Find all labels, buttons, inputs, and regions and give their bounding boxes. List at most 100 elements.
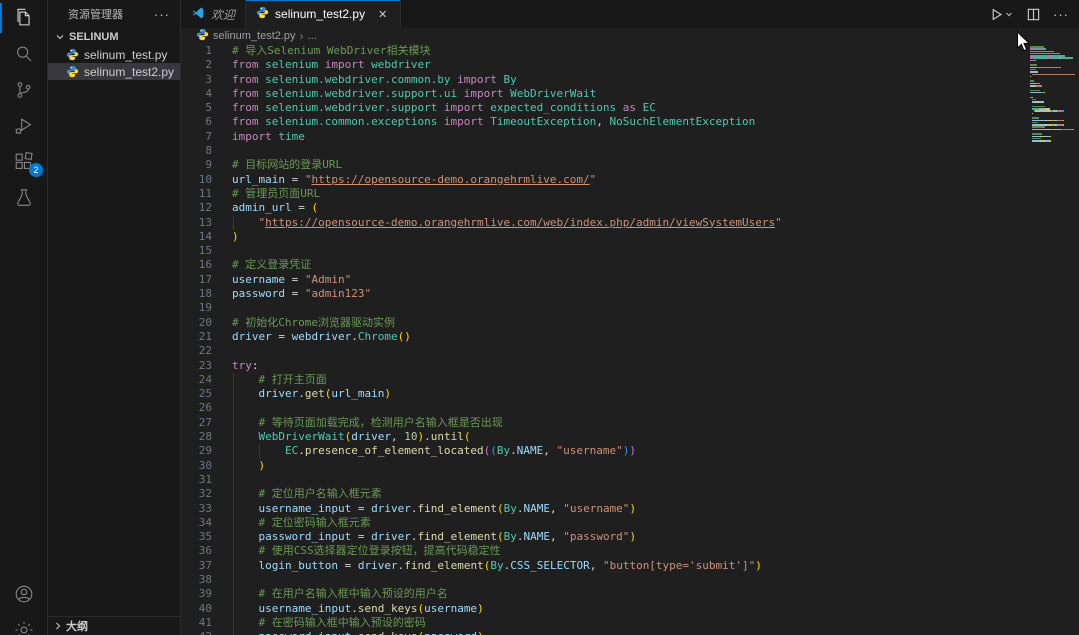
code-line-26[interactable]: 26 [181, 401, 1029, 416]
line-number[interactable]: 14 [181, 230, 212, 244]
line-number[interactable]: 9 [181, 158, 212, 172]
code-line-38[interactable]: 38 [181, 572, 1029, 588]
activity-item-explorer[interactable] [0, 0, 48, 36]
code-line-37[interactable]: 37 login_button = driver.find_element(By… [181, 558, 1029, 573]
code-line-22[interactable]: 22 [181, 344, 1029, 358]
line-number[interactable]: 2 [181, 58, 212, 72]
folder-section-selinum[interactable]: SELINUM [48, 28, 180, 46]
code-line-36[interactable]: 36 # 使用CSS选择器定位登录按钮，提高代码稳定性 [181, 544, 1029, 559]
line-number[interactable]: 5 [181, 101, 212, 115]
line-number[interactable]: 24 [181, 373, 212, 387]
code-line-18[interactable]: 18 password = "admin123" [181, 287, 1029, 301]
code-line-9[interactable]: 9 # 目标网站的登录URL [181, 158, 1029, 172]
line-number[interactable]: 16 [181, 258, 212, 272]
line-number[interactable]: 18 [181, 287, 212, 301]
line-number[interactable]: 37 [181, 559, 212, 573]
code-line-3[interactable]: 3 from selenium.webdriver.common.by impor… [181, 73, 1029, 87]
line-number[interactable]: 1 [181, 44, 212, 58]
minimap[interactable] [1029, 44, 1079, 635]
line-number[interactable]: 4 [181, 87, 212, 101]
line-number[interactable]: 11 [181, 187, 212, 201]
activity-item-settings[interactable] [0, 612, 48, 635]
line-number[interactable]: 35 [181, 530, 212, 544]
file-item-selinum_test2.py[interactable]: selinum_test2.py [48, 63, 180, 80]
line-number[interactable]: 32 [181, 487, 212, 501]
split-editor-button[interactable] [1026, 7, 1041, 22]
code-line-19[interactable]: 19 [181, 301, 1029, 315]
line-number[interactable]: 17 [181, 273, 212, 287]
breadcrumb-symbol[interactable]: ... [308, 30, 317, 42]
line-number[interactable]: 33 [181, 502, 212, 516]
line-number[interactable]: 23 [181, 359, 212, 373]
code-line-39[interactable]: 39 # 在用户名输入框中输入预设的用户名 [181, 587, 1029, 602]
line-number[interactable]: 10 [181, 173, 212, 187]
line-number[interactable]: 13 [181, 216, 212, 230]
activity-item-account[interactable] [0, 576, 48, 612]
sidebar-more-actions-button[interactable]: ··· [154, 7, 170, 22]
more-actions-button[interactable]: ··· [1053, 7, 1069, 22]
code-line-14[interactable]: 14) [181, 230, 1029, 244]
tab-欢迎[interactable]: 欢迎 [181, 0, 247, 28]
close-tab-button[interactable]: ✕ [375, 7, 390, 22]
line-number[interactable]: 3 [181, 73, 212, 87]
code-line-32[interactable]: 32 # 定位用户名输入框元素 [181, 487, 1029, 502]
code-line-8[interactable]: 8 [181, 144, 1029, 158]
line-number[interactable]: 31 [181, 473, 212, 487]
code-line-34[interactable]: 34 # 定位密码输入框元素 [181, 515, 1029, 531]
line-number[interactable]: 29 [181, 444, 212, 458]
breadcrumb-file[interactable]: selinum_test2.py [213, 30, 296, 42]
code-line-17[interactable]: 17 username = "Admin" [181, 273, 1029, 287]
line-number[interactable]: 36 [181, 544, 212, 558]
code-line-15[interactable]: 15 [181, 244, 1029, 258]
code-line-33[interactable]: 33 username_input = driver.find_element(… [181, 501, 1029, 516]
line-number[interactable]: 28 [181, 430, 212, 444]
line-number[interactable]: 12 [181, 201, 212, 215]
code-line-30[interactable]: 30 ) [181, 458, 1029, 473]
file-item-selinum_test.py[interactable]: selinum_test.py [48, 46, 180, 63]
code-line-23[interactable]: 23 try: [181, 359, 1029, 373]
code-line-31[interactable]: 31 [181, 472, 1029, 488]
code-line-21[interactable]: 21 driver = webdriver.Chrome() [181, 330, 1029, 344]
line-number[interactable]: 22 [181, 344, 212, 358]
code-editor[interactable]: 1 # 导入Selenium WebDriver相关模块 2 from seleniu… [181, 44, 1029, 635]
code-line-13[interactable]: 13 "https://opensource-demo.orangehrmliv… [181, 215, 1029, 230]
code-line-40[interactable]: 40 username_input.send_keys(username) [181, 601, 1029, 616]
line-number[interactable]: 40 [181, 602, 212, 616]
line-number[interactable]: 30 [181, 459, 212, 473]
code-line-2[interactable]: 2 from selenium import webdriver [181, 58, 1029, 72]
code-line-7[interactable]: 7 import time [181, 130, 1029, 144]
run-python-file-button[interactable] [989, 7, 1014, 22]
activity-item-search[interactable] [0, 36, 48, 72]
code-line-27[interactable]: 27 # 等待页面加载完成，检测用户名输入框是否出现 [181, 415, 1029, 431]
line-number[interactable]: 8 [181, 144, 212, 158]
activity-item-extensions[interactable]: 2 [0, 144, 48, 180]
tab-selinum_test2.py[interactable]: selinum_test2.py ✕ [246, 0, 402, 28]
code-line-6[interactable]: 6 from selenium.common.exceptions import … [181, 115, 1029, 129]
code-line-10[interactable]: 10 url_main = "https://opensource-demo.or… [181, 173, 1029, 187]
line-number[interactable]: 26 [181, 401, 212, 415]
activity-item-run-debug[interactable] [0, 108, 48, 144]
line-number[interactable]: 34 [181, 516, 212, 530]
activity-item-source-control[interactable] [0, 72, 48, 108]
activity-item-testing[interactable] [0, 180, 48, 216]
line-number[interactable]: 6 [181, 115, 212, 129]
code-line-28[interactable]: 28 WebDriverWait(driver, 10).until( [181, 430, 1029, 445]
line-number[interactable]: 20 [181, 316, 212, 330]
line-number[interactable]: 38 [181, 573, 212, 587]
code-line-20[interactable]: 20 # 初始化Chrome浏览器驱动实例 [181, 316, 1029, 330]
code-line-25[interactable]: 25 driver.get(url_main) [181, 387, 1029, 402]
outline-section[interactable]: 大纲 [48, 616, 180, 635]
line-number[interactable]: 7 [181, 130, 212, 144]
code-line-4[interactable]: 4 from selenium.webdriver.support.ui impo… [181, 87, 1029, 101]
line-number[interactable]: 21 [181, 330, 212, 344]
code-line-24[interactable]: 24 # 打开主页面 [181, 372, 1029, 388]
code-line-16[interactable]: 16 # 定义登录凭证 [181, 258, 1029, 272]
code-line-5[interactable]: 5 from selenium.webdriver.support import … [181, 101, 1029, 115]
line-number[interactable]: 19 [181, 301, 212, 315]
code-line-12[interactable]: 12 admin_url = ( [181, 201, 1029, 215]
code-line-35[interactable]: 35 password_input = driver.find_element(… [181, 530, 1029, 545]
code-line-1[interactable]: 1 # 导入Selenium WebDriver相关模块 [181, 44, 1029, 58]
line-number[interactable]: 39 [181, 587, 212, 601]
line-number[interactable]: 25 [181, 387, 212, 401]
code-line-41[interactable]: 41 # 在密码输入框中输入预设的密码 [181, 615, 1029, 631]
